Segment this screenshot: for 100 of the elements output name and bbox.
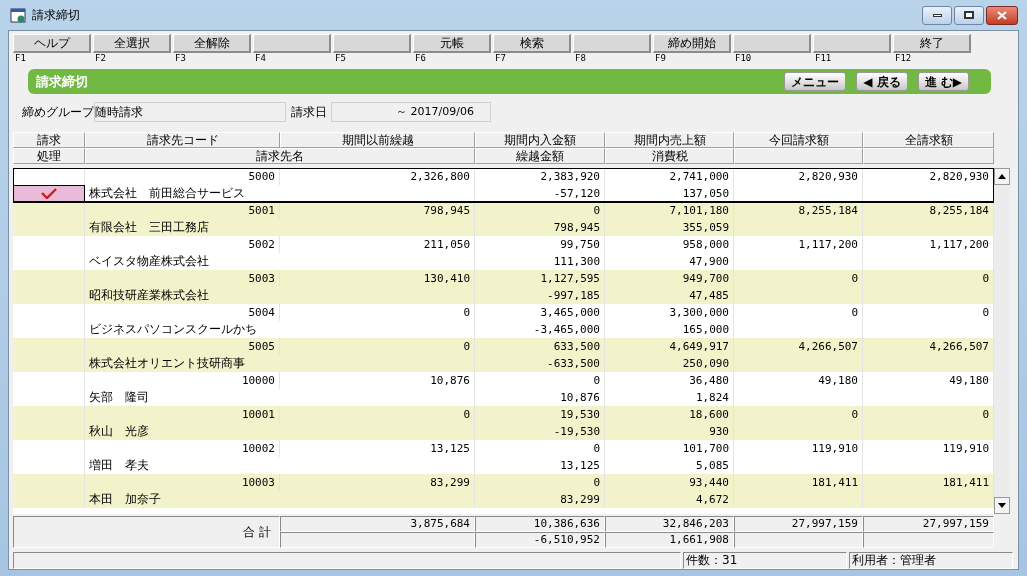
table-row[interactable]: 5003 130,410 1,127,595 949,700 0 0 昭和技研産業株式会社 -997,185 47,485 — [13, 270, 994, 304]
function-key-button[interactable] — [333, 34, 411, 53]
table-cell: 8,255,184 — [734, 202, 863, 219]
function-key-label: F7 — [494, 53, 506, 64]
table-cell: 2,326,800 — [280, 168, 475, 185]
total-cell: 10,386,636 — [475, 516, 605, 532]
column-header: 期間内入金額 — [475, 132, 605, 148]
total-label: 合 計 — [13, 516, 280, 548]
close-icon — [997, 10, 1007, 20]
status-text: 利用者：管理者 — [849, 552, 1013, 569]
function-key-button[interactable]: 終了 — [893, 34, 971, 53]
table-cell: -57,120 — [475, 185, 605, 202]
table-cell: 2,383,920 — [475, 168, 605, 185]
minimize-button[interactable] — [922, 5, 952, 25]
table-cell: 211,050 — [280, 236, 475, 253]
table-cell: 130,410 — [280, 270, 475, 287]
total-cell: 27,997,159 — [734, 516, 863, 532]
table-cell: 0 — [280, 304, 475, 321]
table-cell: 181,411 — [734, 474, 863, 491]
column-header: 処理 — [13, 148, 85, 164]
nav-button[interactable]: 進 む▶ — [917, 71, 969, 91]
function-key-button[interactable]: 元帳 — [413, 34, 491, 53]
function-key-button[interactable] — [733, 34, 811, 53]
column-header: 繰越金額 — [475, 148, 605, 164]
date-field[interactable]: ～ 2017/09/06 — [331, 101, 491, 122]
total-cell: 32,846,203 — [605, 516, 734, 532]
function-key-label: F8 — [574, 53, 586, 64]
table-cell: 5002 — [85, 236, 280, 253]
table-cell: 0 — [475, 474, 605, 491]
column-header: 請求 — [13, 132, 85, 148]
function-key-button[interactable]: 締め開始 — [653, 34, 731, 53]
table-cell: 5005 — [85, 338, 280, 355]
close-button[interactable] — [986, 5, 1018, 25]
function-key-button[interactable]: 検索 — [493, 34, 571, 53]
table-row[interactable]: 5005 0 633,500 4,649,917 4,266,507 4,266,507 株式会社オリエント技研商事 -633,500 250,090 — [13, 338, 994, 372]
table-cell: 49,180 — [734, 372, 863, 389]
scroll-up-button[interactable] — [994, 168, 1010, 185]
table-cell: 4,266,507 — [734, 338, 863, 355]
table-cell: 0 — [734, 304, 863, 321]
function-key-label: F3 — [174, 53, 186, 64]
date-label: 請求日 — [291, 103, 327, 121]
group-label: 締めグループ — [22, 103, 94, 121]
table-cell: 0 — [734, 270, 863, 287]
checkmark-icon — [40, 188, 57, 199]
table-cell: 本田 加奈子 — [85, 491, 475, 508]
group-field[interactable]: 随時請求 — [94, 101, 286, 122]
table-cell: 7,101,180 — [605, 202, 734, 219]
table-cell: 0 — [475, 202, 605, 219]
nav-button[interactable]: メニュー — [784, 71, 847, 91]
function-key-button[interactable] — [573, 34, 651, 53]
table-cell: 119,910 — [734, 440, 863, 457]
maximize-button[interactable] — [954, 5, 984, 25]
table-cell: 1,127,595 — [475, 270, 605, 287]
table-cell: 36,480 — [605, 372, 734, 389]
table-cell: 2,741,000 — [605, 168, 734, 185]
column-header: 今回請求額 — [734, 132, 863, 148]
table-cell: 5003 — [85, 270, 280, 287]
function-key-label: F1 — [14, 53, 26, 64]
table-cell: 10,876 — [280, 372, 475, 389]
table-row[interactable]: 10003 83,299 0 93,440 181,411 181,411 本田 加奈子 83,299 4,672 — [13, 474, 994, 508]
function-key-label: F5 — [334, 53, 346, 64]
table-cell: 0 — [280, 338, 475, 355]
function-key-label: F12 — [894, 53, 912, 64]
table-cell: 10000 — [85, 372, 280, 389]
table-cell: 101,700 — [605, 440, 734, 457]
table-cell: 633,500 — [475, 338, 605, 355]
window-title: 請求締切 — [32, 7, 80, 24]
function-key-button[interactable] — [813, 34, 891, 53]
table-cell: 83,299 — [475, 491, 605, 508]
process-checkbox[interactable] — [13, 185, 85, 202]
function-key-button[interactable]: 全選択 — [93, 34, 171, 53]
table-cell: 1,117,200 — [734, 236, 863, 253]
table-cell: 0 — [475, 440, 605, 457]
table-cell: 949,700 — [605, 270, 734, 287]
column-header: 消費税 — [605, 148, 734, 164]
function-key-label: F11 — [814, 53, 832, 64]
table-row[interactable]: 5001 798,945 0 7,101,180 8,255,184 8,255,184 有限会社 三田工務店 798,945 355,059 — [13, 202, 994, 236]
function-key-button[interactable] — [253, 34, 331, 53]
nav-button[interactable]: ◀ 戻る — [856, 71, 908, 91]
table-cell: 0 — [475, 372, 605, 389]
function-key-button[interactable]: ヘルプ — [13, 34, 91, 53]
table-cell: 3,465,000 — [475, 304, 605, 321]
function-key-label: F9 — [654, 53, 666, 64]
total-cell: 27,997,159 — [863, 516, 994, 532]
table-row[interactable]: 10001 0 19,530 18,600 0 0 秋山 光彦 -19,530 930 — [13, 406, 994, 440]
scrollbar[interactable] — [994, 168, 1010, 514]
table-cell: 5001 — [85, 202, 280, 219]
column-header: 請求先コード — [85, 132, 280, 148]
function-key-button[interactable]: 全解除 — [173, 34, 251, 53]
scroll-down-button[interactable] — [994, 497, 1010, 514]
table-cell: 株式会社 前田総合サービス — [85, 185, 475, 202]
table-cell: 19,530 — [475, 406, 605, 423]
function-key-label: F10 — [734, 53, 752, 64]
table-cell: 13,125 — [280, 440, 475, 457]
table-cell: 99,750 — [475, 236, 605, 253]
table-cell: 2,820,930 — [734, 168, 863, 185]
table-cell: 10001 — [85, 406, 280, 423]
table-cell: 4,672 — [605, 491, 734, 508]
table-row[interactable]: 5000 2,326,800 2,383,920 2,741,000 2,820,930 2,820,930 株式会社 前田総合サービス -57,120 137,050 — [13, 168, 994, 202]
banner-title: 請求締切 — [36, 72, 88, 91]
